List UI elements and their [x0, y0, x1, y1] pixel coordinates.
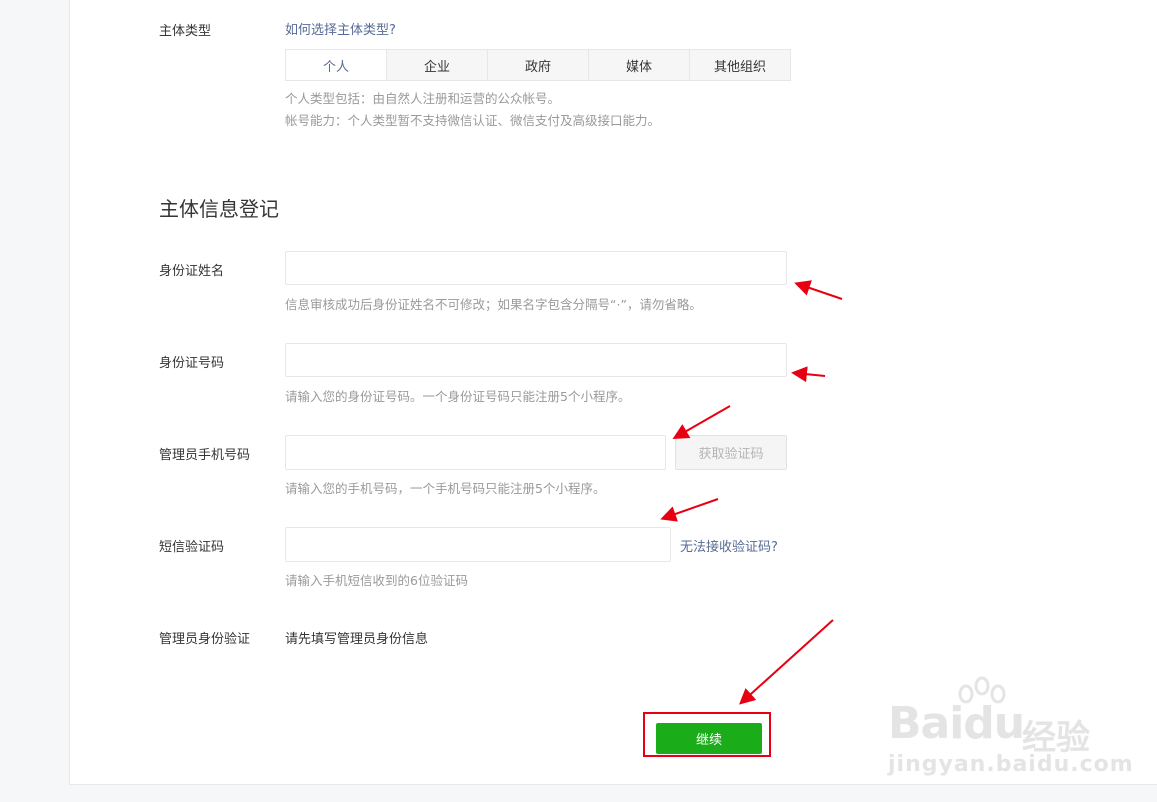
id-number-tip: 请输入您的身份证号码。一个身份证号码只能注册5个小程序。	[285, 389, 631, 404]
annotation-highlight-box	[643, 712, 771, 757]
id-number-input[interactable]	[285, 343, 787, 377]
admin-verify-label: 管理员身份验证	[159, 632, 251, 647]
sms-code-input[interactable]	[285, 527, 671, 562]
tab-government[interactable]: 政府	[488, 50, 589, 80]
sms-code-label: 短信验证码	[159, 540, 225, 555]
phone-input[interactable]	[285, 435, 666, 470]
id-name-label: 身份证姓名	[159, 264, 225, 279]
section-title: 主体信息登记	[159, 197, 279, 221]
id-number-label: 身份证号码	[159, 356, 225, 371]
sms-code-help-link[interactable]: 无法接收验证码?	[680, 536, 778, 555]
subject-type-capability: 帐号能力：个人类型暂不支持微信认证、微信支付及高级接口能力。	[285, 113, 661, 128]
watermark-url: jingyan.baidu.com	[888, 752, 1134, 777]
tab-other-org[interactable]: 其他组织	[690, 50, 790, 80]
subject-type-help-link[interactable]: 如何选择主体类型?	[285, 19, 396, 38]
admin-verify-status: 请先填写管理员身份信息	[285, 632, 429, 647]
sms-code-tip: 请输入手机短信收到的6位验证码	[285, 573, 468, 588]
watermark-logo: Baidu	[888, 698, 1025, 749]
id-name-tip: 信息审核成功后身份证姓名不可修改；如果名字包含分隔号“·”，请勿省略。	[285, 297, 702, 312]
phone-label: 管理员手机号码	[159, 448, 251, 463]
tab-media[interactable]: 媒体	[589, 50, 690, 80]
subject-type-label: 主体类型	[159, 24, 212, 39]
subject-type-tabs: 个人 企业 政府 媒体 其他组织	[285, 49, 791, 81]
subject-type-desc: 个人类型包括：由自然人注册和运营的公众帐号。	[285, 91, 561, 106]
get-code-button[interactable]: 获取验证码	[675, 435, 787, 470]
id-name-input[interactable]	[285, 251, 787, 285]
tab-enterprise[interactable]: 企业	[387, 50, 488, 80]
baidu-jingyan-watermark: Baidu 经验 jingyan.baidu.com	[884, 676, 1133, 786]
tab-personal[interactable]: 个人	[286, 50, 387, 80]
phone-tip: 请输入您的手机号码，一个手机号码只能注册5个小程序。	[285, 481, 606, 496]
